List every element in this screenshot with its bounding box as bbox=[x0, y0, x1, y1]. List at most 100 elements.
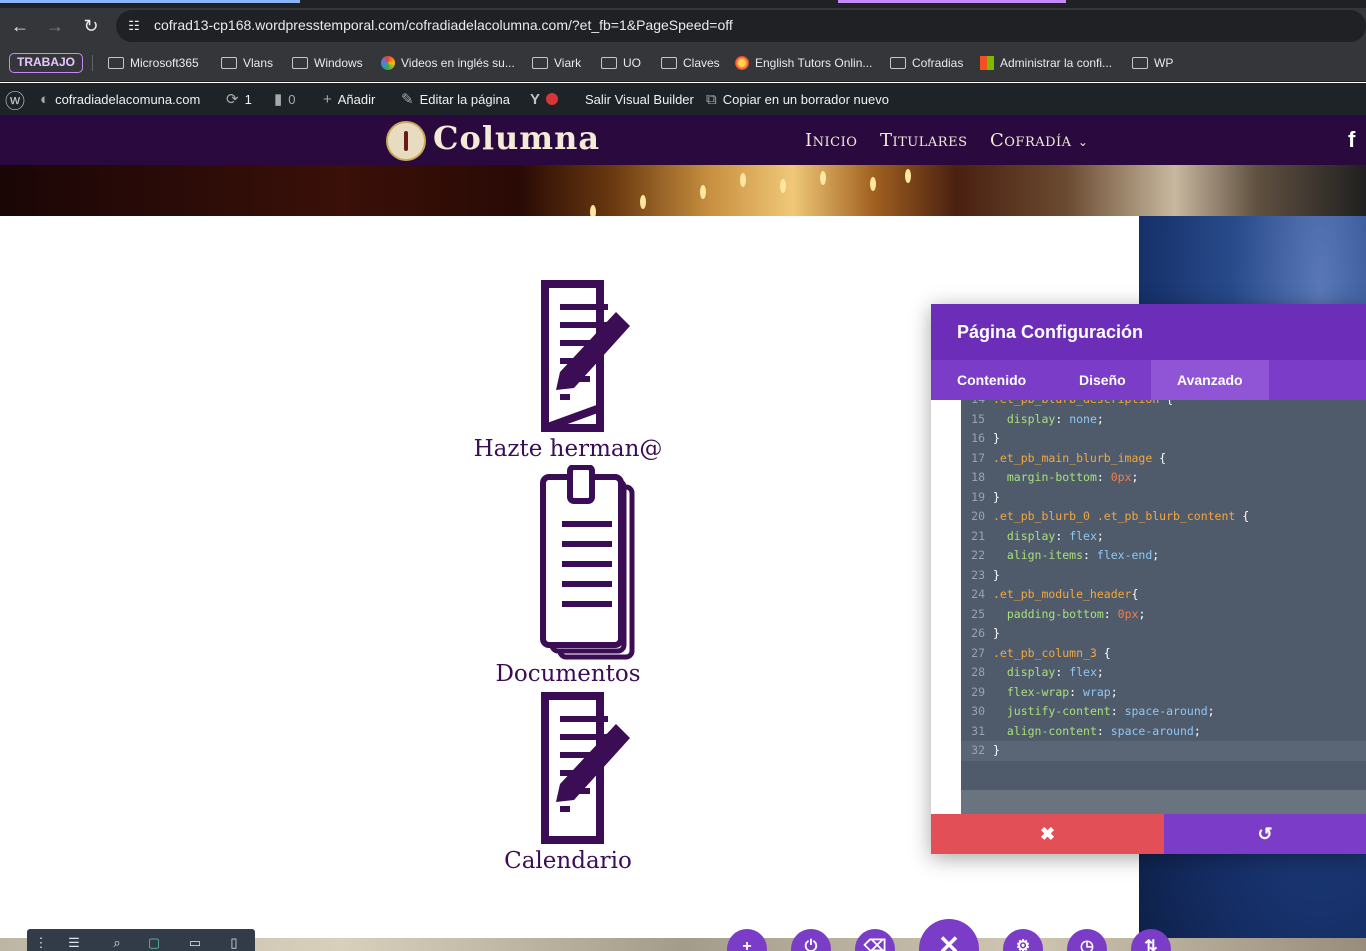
bookmark-label: Viark bbox=[554, 56, 582, 70]
code-text: } bbox=[993, 431, 1000, 445]
code-line[interactable]: 21 display: flex; bbox=[961, 527, 1366, 547]
folder-icon bbox=[890, 57, 906, 69]
facebook-icon[interactable]: f bbox=[1348, 127, 1355, 153]
tab-diseno[interactable]: Diseño bbox=[1053, 360, 1152, 400]
code-line[interactable]: 17 .et_pb_main_blurb_image { bbox=[961, 449, 1366, 469]
code-text: align-content: space-around; bbox=[1006, 723, 1201, 738]
back-arrow-icon[interactable]: ← bbox=[6, 12, 34, 40]
copy-draft-link[interactable]: ⧉ Copiar en un borrador nuevo bbox=[706, 90, 889, 108]
admin-site-link[interactable]: ◐ cofradiadelacomuna.com bbox=[40, 90, 200, 108]
pencil-icon: ✎ bbox=[401, 91, 414, 108]
line-number: 25 bbox=[971, 606, 985, 621]
wireframe-icon[interactable]: ▢ bbox=[147, 935, 161, 951]
forward-arrow-icon[interactable]: → bbox=[41, 12, 69, 40]
bookmark-folder[interactable]: WP bbox=[1132, 53, 1173, 73]
custom-css-editor[interactable]: 14 .et_pb_blurb_description {15 display: … bbox=[961, 400, 1366, 790]
address-bar[interactable]: ☷ cofrad13-cp168.wordpresstemporal.com/c… bbox=[116, 10, 1366, 42]
comments-link[interactable]: ▮ 0 bbox=[274, 90, 296, 108]
bookmark-folder[interactable]: Windows bbox=[292, 53, 363, 73]
bookmark-group-trabajo[interactable]: TRABAJO bbox=[9, 53, 84, 73]
modal-title[interactable]: Página Configuración bbox=[931, 304, 1366, 360]
line-number: 28 bbox=[971, 665, 985, 679]
bookmark-link[interactable]: Administrar la confi... bbox=[980, 53, 1112, 73]
add-new-link[interactable]: + Añadir bbox=[323, 90, 375, 108]
code-line[interactable]: 18 margin-bottom: 0px; bbox=[961, 468, 1366, 488]
code-line[interactable]: 31 align-content: space-around; bbox=[961, 722, 1366, 742]
tab-avanzado[interactable]: Avanzado bbox=[1151, 360, 1269, 400]
builder-page-bar: ⋮ ☰ ⌕ ▢ ▭ ▯ bbox=[27, 929, 255, 951]
bookmark-folder[interactable]: Viark bbox=[532, 53, 581, 73]
other-tab-indicator[interactable] bbox=[838, 0, 1066, 3]
documents-icon bbox=[540, 465, 635, 660]
site-logo-text[interactable]: Columna bbox=[433, 119, 600, 157]
bookmark-folder[interactable]: UO bbox=[601, 53, 641, 73]
editor-resize-area[interactable] bbox=[961, 790, 1366, 814]
line-number: 20 bbox=[971, 509, 985, 523]
blurb-title[interactable]: Calendario bbox=[440, 848, 696, 874]
blurb-documentos[interactable]: Documentos bbox=[440, 465, 696, 687]
blurb-calendario[interactable]: Calendario bbox=[440, 690, 696, 874]
blurb-title[interactable]: Documentos bbox=[440, 661, 696, 687]
code-line[interactable]: 16} bbox=[961, 429, 1366, 449]
line-number: 24 bbox=[971, 587, 985, 601]
blurb-hazte-hermano[interactable]: Hazte herman@ bbox=[440, 278, 696, 462]
bookmark-folder[interactable]: Vlans bbox=[221, 53, 273, 73]
phone-view-icon[interactable]: ▯ bbox=[227, 935, 241, 951]
updates-link[interactable]: ⟳ 1 bbox=[226, 90, 252, 108]
candle-flame bbox=[870, 177, 876, 191]
code-line[interactable]: 25 padding-bottom: 0px; bbox=[961, 605, 1366, 625]
nav-item-inicio[interactable]: Inicio bbox=[805, 130, 857, 151]
code-line[interactable]: 28 display: flex; bbox=[961, 663, 1366, 683]
logo-emblem-icon[interactable] bbox=[386, 121, 426, 161]
edit-page-link[interactable]: ✎ Editar la página bbox=[401, 90, 510, 108]
copy-draft-label: Copiar en un borrador nuevo bbox=[722, 91, 889, 107]
refresh-icon: ⟳ bbox=[226, 91, 239, 108]
reload-icon[interactable]: ↻ bbox=[77, 12, 105, 40]
code-line[interactable]: 26} bbox=[961, 624, 1366, 644]
code-line[interactable]: 15 display: none; bbox=[961, 410, 1366, 430]
add-label: Añadir bbox=[337, 91, 376, 107]
bookmark-folder[interactable]: Claves bbox=[661, 53, 720, 73]
code-line[interactable]: 30 justify-content: space-around; bbox=[961, 702, 1366, 722]
undo-button[interactable]: ↺ bbox=[1164, 814, 1366, 854]
exit-builder-link[interactable]: Salir Visual Builder bbox=[585, 90, 694, 108]
close-icon: ✖ bbox=[1039, 824, 1056, 844]
code-line[interactable]: 19} bbox=[961, 488, 1366, 508]
bookmark-folder[interactable]: Cofradias bbox=[890, 53, 963, 73]
code-line[interactable]: 22 align-items: flex-end; bbox=[961, 546, 1366, 566]
desktop-view-icon[interactable]: ▭ bbox=[188, 935, 202, 951]
bookmark-link[interactable]: English Tutors Onlin... bbox=[735, 53, 872, 73]
layers-icon[interactable]: ☰ bbox=[67, 935, 81, 951]
line-number: 14 bbox=[961, 400, 985, 410]
browser-toolbar: ← → ↻ ☷ cofrad13-cp168.wordpresstemporal… bbox=[0, 8, 1366, 44]
code-line[interactable]: 14 .et_pb_blurb_description { bbox=[961, 400, 1366, 410]
code-line[interactable]: 32} bbox=[961, 741, 1366, 761]
close-icon: ✕ bbox=[938, 930, 960, 951]
bookmark-folder[interactable]: Microsoft365 bbox=[108, 53, 199, 73]
line-number: 29 bbox=[971, 684, 985, 699]
wordpress-logo-icon[interactable]: ⓦ bbox=[5, 90, 25, 113]
code-line[interactable]: 24 .et_pb_module_header{ bbox=[961, 585, 1366, 605]
code-text: padding-bottom: 0px; bbox=[1006, 606, 1146, 621]
candle-flame bbox=[740, 173, 746, 187]
bookmark-label: Videos en inglés su... bbox=[401, 56, 515, 70]
blurb-title[interactable]: Hazte herman@ bbox=[440, 436, 696, 462]
code-text: .et_pb_blurb_0 .et_pb_blurb_content { bbox=[993, 509, 1250, 523]
code-line[interactable]: 20 .et_pb_blurb_0 .et_pb_blurb_content { bbox=[961, 507, 1366, 527]
edit-page-label: Editar la página bbox=[419, 91, 510, 107]
code-line[interactable]: 23} bbox=[961, 566, 1366, 586]
active-tab-indicator[interactable] bbox=[0, 0, 300, 3]
url-text[interactable]: cofrad13-cp168.wordpresstemporal.com/cof… bbox=[154, 17, 733, 33]
menu-dots-icon[interactable]: ⋮ bbox=[34, 935, 48, 951]
nav-item-titulares[interactable]: Titulares bbox=[880, 130, 967, 151]
search-icon[interactable]: ⌕ bbox=[110, 935, 124, 951]
bookmark-link[interactable]: Videos en inglés su... bbox=[381, 53, 515, 73]
code-line[interactable]: 29 flex-wrap: wrap; bbox=[961, 683, 1366, 703]
code-text: align-items: flex-end; bbox=[1006, 548, 1160, 562]
nav-item-cofradia[interactable]: Cofradía ⌄ bbox=[990, 130, 1088, 151]
tab-contenido[interactable]: Contenido bbox=[931, 360, 1052, 400]
yoast-menu[interactable]: Y bbox=[530, 90, 559, 108]
code-line[interactable]: 27 .et_pb_column_3 { bbox=[961, 644, 1366, 664]
site-info-icon[interactable]: ☷ bbox=[124, 16, 144, 36]
discard-button[interactable]: ✖ bbox=[931, 814, 1164, 854]
